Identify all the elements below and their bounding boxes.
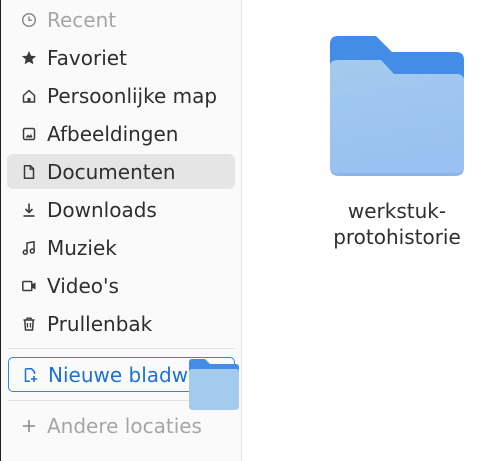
home-icon <box>21 88 37 104</box>
sidebar-item-favorites[interactable]: Favoriet <box>7 40 235 75</box>
add-bookmark-icon <box>22 367 38 383</box>
sidebar-item-home[interactable]: Persoonlijke map <box>7 78 235 113</box>
document-icon <box>21 164 37 180</box>
sidebar-item-label: Documenten <box>47 159 176 184</box>
folder-item[interactable]: werkstuk- protohistorie <box>322 30 472 250</box>
sidebar-item-label: Afbeeldingen <box>47 121 179 146</box>
file-view: werkstuk- protohistorie <box>242 0 501 461</box>
sidebar-item-label: Favoriet <box>47 45 127 70</box>
sidebar-item-label: Downloads <box>47 197 157 222</box>
sidebar-item-videos[interactable]: Video's <box>7 268 235 303</box>
folder-name-line: protohistorie <box>333 225 461 249</box>
star-icon <box>21 50 37 66</box>
folder-name-line: werkstuk- <box>347 199 447 223</box>
sidebar-item-trash[interactable]: Prullenbak <box>7 306 235 341</box>
trash-icon <box>21 316 37 332</box>
sidebar-item-downloads[interactable]: Downloads <box>7 192 235 227</box>
plus-icon <box>21 418 37 434</box>
sidebar-item-other-locations[interactable]: Andere locaties <box>7 408 235 443</box>
music-icon <box>21 240 37 256</box>
sidebar-item-documents[interactable]: Documenten <box>7 154 235 189</box>
sidebar-item-label: Andere locaties <box>47 413 202 438</box>
download-icon <box>21 202 37 218</box>
video-icon <box>21 278 37 294</box>
sidebar-item-music[interactable]: Muziek <box>7 230 235 265</box>
folder-icon <box>330 36 464 176</box>
sidebar-item-pictures[interactable]: Afbeeldingen <box>7 116 235 151</box>
dragged-folder-icon <box>187 356 241 412</box>
sidebar-item-label: Video's <box>47 273 119 298</box>
sidebar-separator <box>8 348 235 349</box>
sidebar-item-label: Muziek <box>47 235 117 260</box>
sidebar-item-label: Persoonlijke map <box>47 83 218 108</box>
sidebar-item-label: Prullenbak <box>47 311 153 336</box>
clock-icon <box>21 12 37 28</box>
file-manager-window: Recent Favoriet Persoonlijke map Afbeeld… <box>0 0 501 461</box>
sidebar-item-label: Recent <box>47 7 117 32</box>
image-icon <box>21 126 37 142</box>
folder-name: werkstuk- protohistorie <box>322 198 472 250</box>
sidebar-item-recent[interactable]: Recent <box>7 2 235 37</box>
sidebar: Recent Favoriet Persoonlijke map Afbeeld… <box>1 0 242 461</box>
